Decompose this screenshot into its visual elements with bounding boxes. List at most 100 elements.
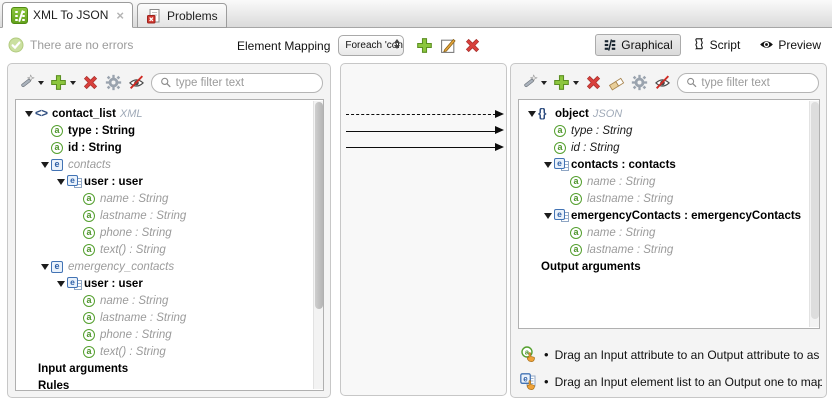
tree-row[interactable]: aname : String <box>16 190 323 207</box>
tree-row[interactable]: aphone : String <box>16 326 323 343</box>
attribute-icon: a <box>51 142 63 154</box>
search-icon <box>160 76 172 89</box>
node-label: user : user <box>84 176 143 188</box>
node-icon-slot: {} <box>538 108 555 120</box>
output-scrollbar-thumb[interactable] <box>811 102 819 319</box>
view-script-button[interactable]: Script <box>684 33 749 56</box>
input-scrollbar-thumb[interactable] <box>315 102 323 309</box>
delete-icon[interactable] <box>82 74 99 91</box>
dropdown-caret-icon[interactable] <box>70 81 76 85</box>
output-panel: {}objectJSONatype : Stringaid : Stringec… <box>510 63 827 398</box>
tree-row[interactable]: aphone : String <box>16 224 323 241</box>
node-label: contact_list <box>52 108 116 120</box>
svg-text:e: e <box>523 374 528 383</box>
tab-xml-to-json[interactable]: XML To JSON × <box>2 2 133 28</box>
drag-hint: e•Drag an Input element list to an Outpu… <box>520 373 822 390</box>
attribute-icon: a <box>83 193 95 205</box>
mapping-header: There are no errors Element Mapping Fore… <box>0 28 832 62</box>
tree-row[interactable]: atype : String <box>16 122 323 139</box>
tree-row[interactable]: a id : String <box>16 139 323 156</box>
node-icon-slot: a <box>554 125 571 137</box>
tree-row[interactable]: aname : String <box>519 224 819 241</box>
tree-row[interactable]: atext() : String <box>16 343 323 360</box>
add-icon[interactable] <box>50 74 67 91</box>
wand-icon[interactable] <box>521 74 538 91</box>
hide-hidden-icon[interactable] <box>654 74 671 91</box>
combo-stepper-icon <box>394 39 400 49</box>
output-scrollbar[interactable] <box>809 101 819 327</box>
drag-hint: a•Drag an Input attribute to an Output a… <box>520 346 822 363</box>
mapping-canvas[interactable] <box>340 63 507 396</box>
view-preview-button[interactable]: Preview <box>751 33 829 56</box>
tree-section-row[interactable]: Rules <box>16 377 323 391</box>
tree-section-row[interactable]: Input arguments <box>16 360 323 377</box>
node-label: id : String <box>68 142 122 154</box>
element-list-icon: e <box>67 277 84 291</box>
view-label: Script <box>710 38 741 52</box>
dropdown-caret-icon[interactable] <box>541 81 547 85</box>
expander-icon[interactable] <box>541 162 554 168</box>
attribute-icon: a <box>83 210 95 222</box>
tree-row[interactable]: eemergency_contacts <box>16 258 323 275</box>
input-scrollbar[interactable] <box>313 101 323 389</box>
attribute-icon: a <box>83 312 95 324</box>
node-icon-slot: e <box>554 209 571 223</box>
add-icon[interactable] <box>553 74 570 91</box>
tree-row[interactable]: atext() : String <box>16 241 323 258</box>
add-mapping-icon[interactable] <box>416 37 433 54</box>
element-mapping-select[interactable]: Foreach 'contact_ <box>338 35 404 56</box>
node-label: name : String <box>587 176 655 188</box>
gear-icon[interactable] <box>105 74 122 91</box>
delete-icon[interactable] <box>585 74 602 91</box>
expander-icon[interactable] <box>22 111 35 117</box>
tree-row[interactable]: eemergencyContacts : emergencyContacts <box>519 207 819 224</box>
tree-row[interactable]: a lastname : String <box>16 309 323 326</box>
tree-row[interactable]: alastname : String <box>519 241 819 258</box>
tree-section-row[interactable]: Output arguments <box>519 258 819 275</box>
delete-mapping-icon[interactable] <box>464 37 481 54</box>
input-filter-input[interactable] <box>176 77 314 89</box>
tree-row[interactable]: econtacts <box>16 156 323 173</box>
node-label: lastname : String <box>587 193 673 205</box>
output-filter-box <box>677 73 819 93</box>
output-filter-input[interactable] <box>701 77 810 89</box>
dropdown-caret-icon[interactable] <box>573 81 579 85</box>
gear-icon[interactable] <box>631 74 648 91</box>
drag-attribute-icon: a <box>520 346 538 363</box>
xml-root-icon: <> <box>35 108 47 120</box>
attribute-icon: a <box>554 142 566 154</box>
close-icon[interactable]: × <box>116 9 124 22</box>
hide-hidden-icon[interactable] <box>128 74 145 91</box>
edit-mapping-icon[interactable] <box>440 37 457 54</box>
attribute-icon: a <box>83 295 95 307</box>
expander-icon[interactable] <box>38 264 51 270</box>
tree-row[interactable]: alastname : String <box>519 190 819 207</box>
expander-icon[interactable] <box>54 179 67 185</box>
node-label: phone : String <box>100 329 172 341</box>
tree-row[interactable]: euser : user <box>16 275 323 292</box>
wand-icon[interactable] <box>18 74 35 91</box>
expander-icon[interactable] <box>541 213 554 219</box>
expander-icon[interactable] <box>525 111 538 117</box>
tree-row[interactable]: atype : String <box>519 122 819 139</box>
tree-row[interactable]: alastname : String <box>16 207 323 224</box>
element-mapping-label: Element Mapping <box>237 39 330 53</box>
tree-row[interactable]: {}objectJSON <box>519 105 819 122</box>
tab-problems[interactable]: Problems <box>137 3 227 28</box>
tree-row[interactable]: aname : String <box>519 173 819 190</box>
tree-row[interactable]: <>contact_listXML <box>16 105 323 122</box>
tree-row[interactable]: aid : String <box>519 139 819 156</box>
tree-row[interactable]: euser : user <box>16 173 323 190</box>
node-label: lastname : String <box>587 244 673 256</box>
expander-icon[interactable] <box>38 162 51 168</box>
node-icon-slot: a <box>570 176 587 188</box>
expander-icon[interactable] <box>54 281 67 287</box>
tree-row[interactable]: aname : String <box>16 292 323 309</box>
tree-row[interactable]: econtacts : contacts <box>519 156 819 173</box>
node-icon-slot: a <box>83 346 100 358</box>
node-label: lastname : String <box>100 312 186 324</box>
preview-icon <box>759 37 774 52</box>
eraser-icon[interactable] <box>608 74 625 91</box>
dropdown-caret-icon[interactable] <box>38 81 44 85</box>
view-graphical-button[interactable]: Graphical <box>595 34 680 56</box>
